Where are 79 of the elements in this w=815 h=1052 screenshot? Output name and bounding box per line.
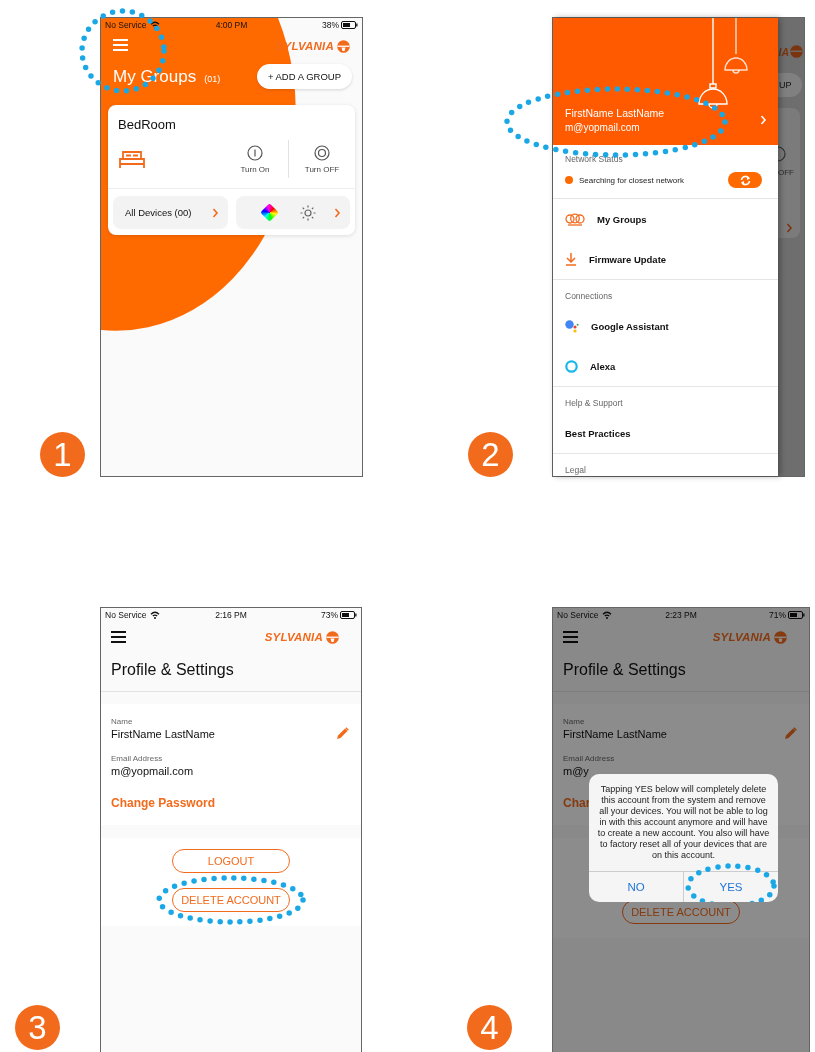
field-label: Name (563, 717, 586, 726)
menu-icon[interactable] (111, 631, 126, 643)
dialog-button[interactable]: NO (589, 872, 683, 902)
menu-item[interactable]: Firmware Update (553, 239, 778, 279)
wifi-icon (149, 611, 160, 619)
chevron-icon (786, 223, 793, 233)
status-dot (565, 176, 573, 184)
group-count: (01) (204, 73, 221, 84)
section-heading: Help & Support (564, 397, 624, 410)
battery-percentage: 73% (321, 610, 338, 620)
refresh-button[interactable] (728, 172, 762, 188)
field-value: m@yopmail.com (111, 765, 194, 777)
download-icon (565, 252, 577, 266)
chevron-icon (211, 207, 219, 218)
carrier-text: No Service (557, 610, 599, 620)
step-number: 4 (467, 1005, 512, 1050)
chevron-icon (334, 207, 341, 218)
bulb-icon (337, 39, 350, 53)
wifi-icon (601, 611, 612, 619)
section-heading: Connections (564, 290, 614, 303)
menu-item[interactable]: My Groups (553, 199, 778, 239)
page-title: Profile & Settings (101, 652, 361, 692)
section-heading: Legal (564, 464, 587, 476)
step-number: 3 (15, 1005, 60, 1050)
field-label: Name (111, 717, 134, 726)
menu-item[interactable]: Alexa (553, 346, 778, 386)
status-time: 2:23 PM (665, 610, 697, 620)
group-name: BedRoom (117, 117, 177, 132)
page-title: Profile & Settings (553, 652, 809, 692)
section-heading: Network Status (564, 153, 624, 166)
turn-on-button[interactable]: Turn On (222, 144, 288, 174)
step-number: 2 (468, 432, 513, 477)
page-title: My Groups (113, 66, 197, 87)
menu-icon[interactable] (563, 631, 578, 643)
status-time: 4:00 PM (215, 20, 248, 30)
all-devices-button[interactable]: All Devices (00) (113, 196, 228, 229)
network-status: Searching for closest network (579, 175, 684, 185)
light-controls-button[interactable] (235, 196, 350, 229)
step-number: 1 (40, 432, 85, 477)
battery-icon (341, 21, 358, 29)
pencil-icon[interactable] (784, 727, 797, 740)
bulb-icon (326, 630, 339, 644)
sun-icon (300, 204, 316, 221)
carrier-text: No Service (105, 610, 147, 620)
field-value: FirstName LastName (111, 728, 215, 740)
battery-icon (340, 611, 357, 619)
menu-item[interactable]: Best Practices (553, 413, 778, 453)
carrier-text: No Service (105, 20, 147, 30)
field-label: Email Address (563, 754, 615, 763)
ring-icon (565, 359, 578, 373)
turn-off-button[interactable]: Turn OFF (289, 144, 355, 174)
battery-icon (788, 611, 805, 619)
bed-icon (118, 149, 146, 169)
battery-percentage: 71% (769, 610, 786, 620)
action-fragment: OFF (778, 168, 794, 177)
bulb-icon (774, 630, 787, 644)
add-group-button[interactable]: + ADD A GROUP (256, 64, 352, 89)
user-email: m@yopmail.com (565, 122, 641, 133)
power-icon (247, 144, 263, 161)
status-time: 2:16 PM (215, 610, 247, 620)
button-fragment: UP (778, 73, 802, 97)
bulbs-icon (565, 212, 585, 226)
wifi-icon (149, 21, 160, 29)
assistant-dots-icon (565, 319, 579, 333)
target-icon (314, 144, 330, 161)
target-icon (778, 146, 786, 162)
refresh-icon (739, 174, 751, 186)
pencil-icon[interactable] (336, 727, 349, 740)
field-label: Email Address (111, 754, 164, 763)
logo-fragment: IA (778, 45, 789, 58)
field-value: m@y (563, 765, 590, 777)
user-name: FirstName LastName (565, 107, 665, 119)
battery-percentage: 38% (322, 20, 339, 30)
chevron-icon[interactable] (760, 115, 766, 125)
brand-name: SYLVANIA (264, 631, 323, 643)
dialog-message: Tapping YES below will completely delete this account from the system and remove all your devices. You will not be able to log in with this account anymore and will have to create a new account. You also will have to factory reset all of your devices that are on this account. (596, 783, 771, 862)
brand-name: SYLVANIA (712, 631, 771, 643)
menu-item[interactable]: Google Assistant (553, 306, 778, 346)
field-value: FirstName LastName (563, 728, 667, 740)
